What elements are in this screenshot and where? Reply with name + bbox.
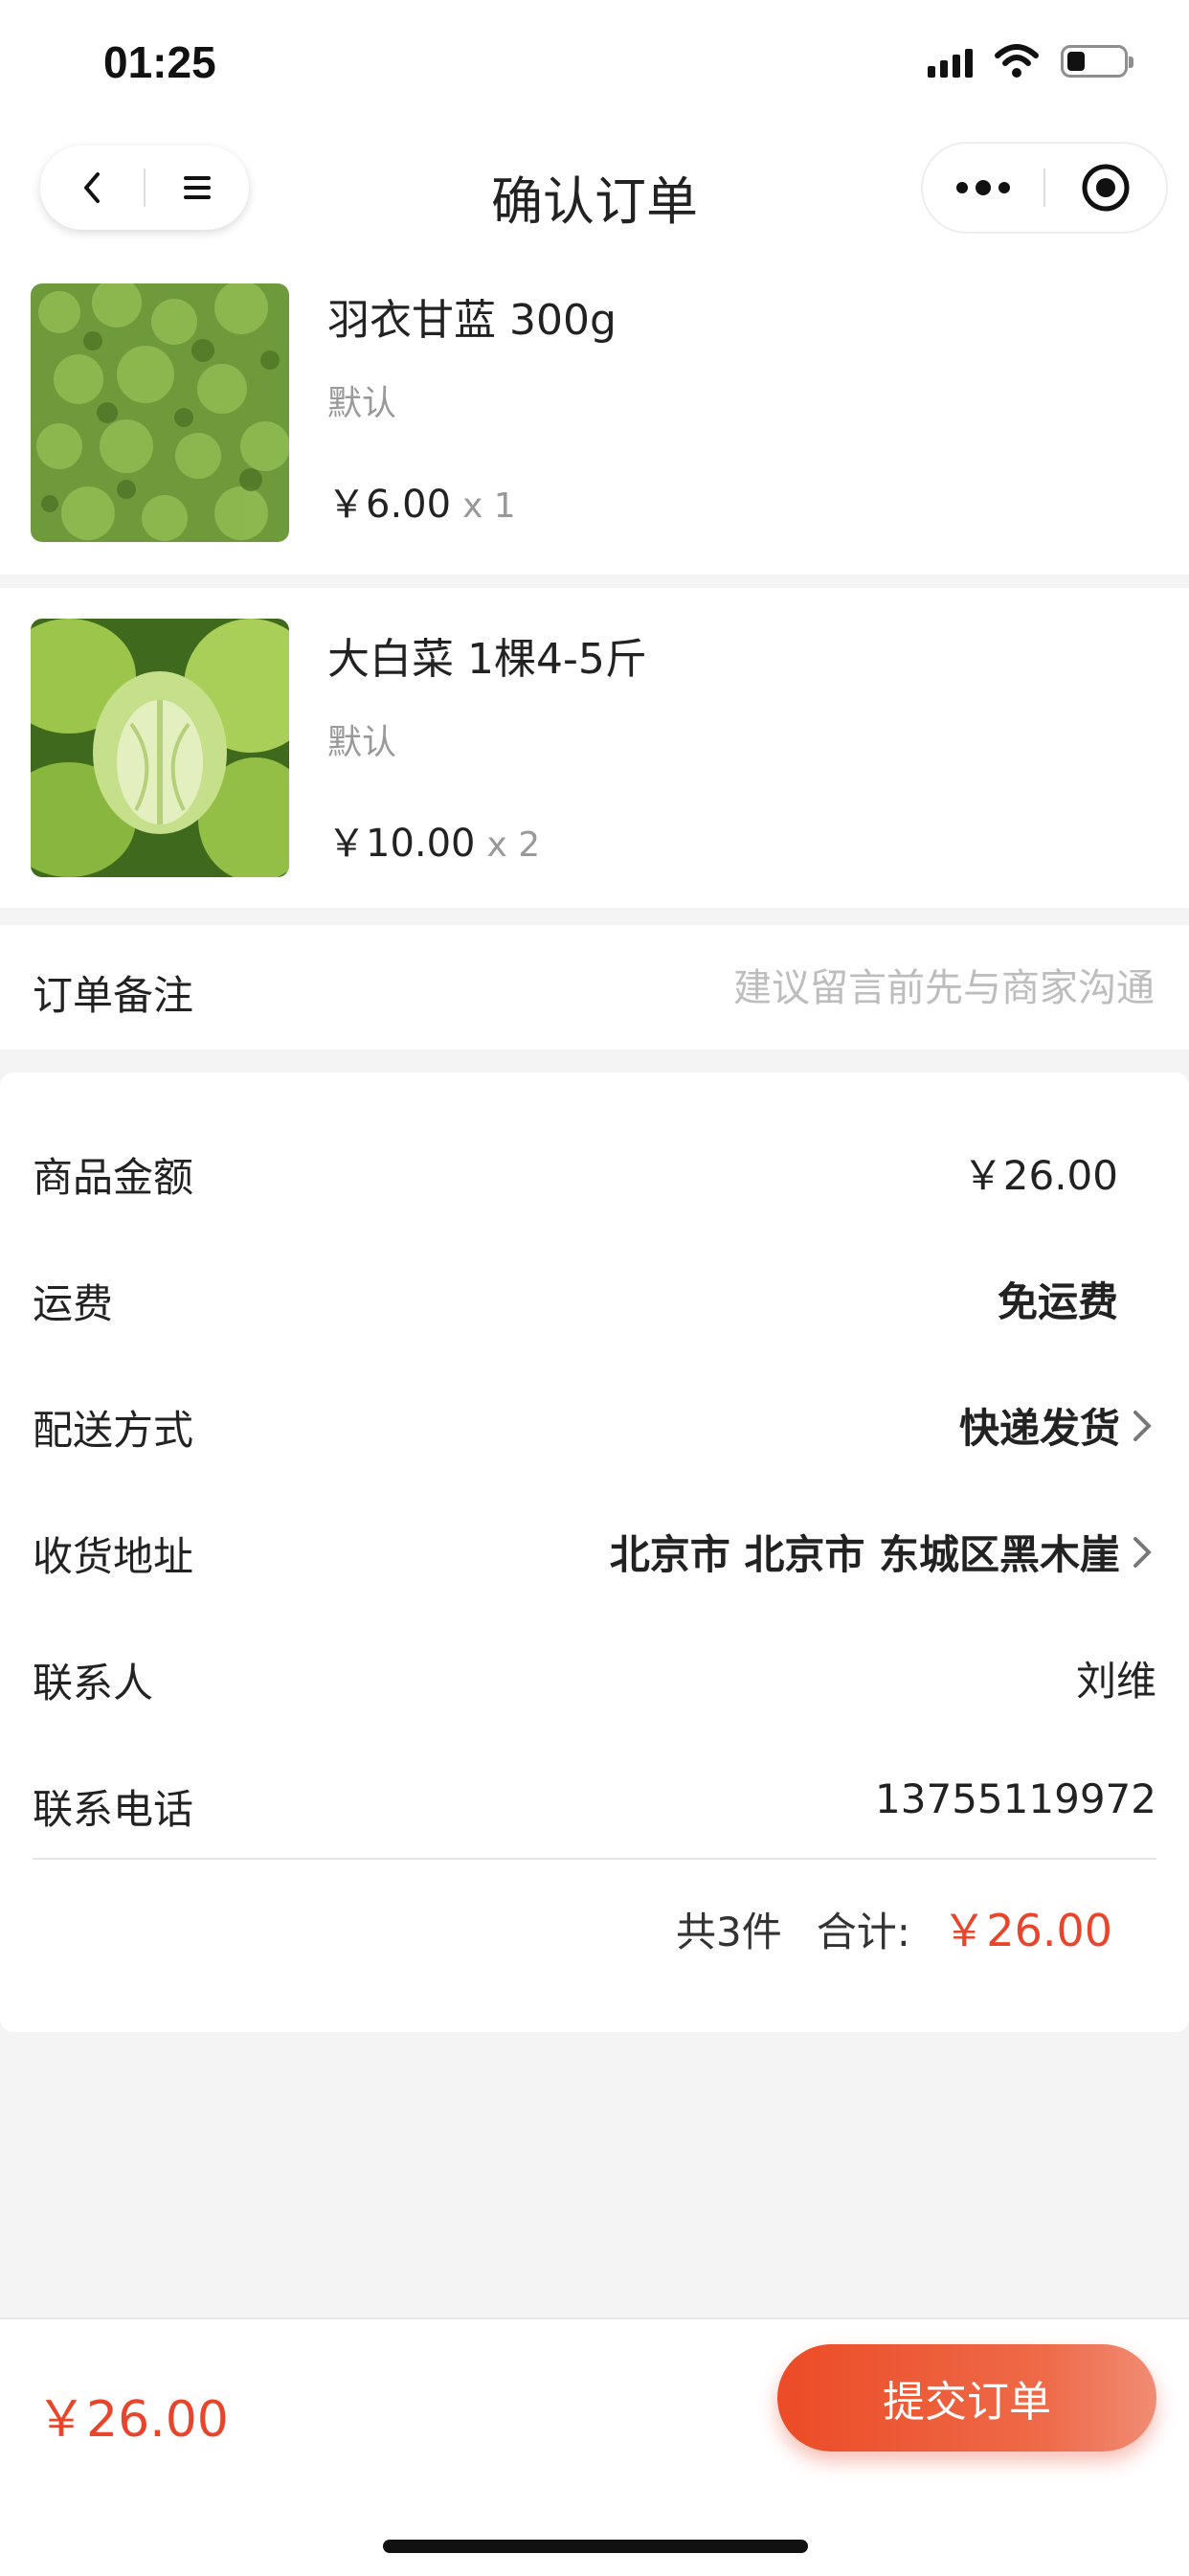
product-card[interactable]: 大白菜 1棵4-5斤 默认 ￥10.00 x 2: [0, 588, 1189, 908]
shipping-row: 运费 免运费: [33, 1258, 1156, 1335]
total-value: ￥26.00: [942, 1905, 1112, 1956]
delivery-method-value: 快递发货: [958, 1405, 1120, 1452]
order-summary-card: 商品金额 ￥26.00 运费 免运费 配送方式 快递发货 收货地址 北京市 北京…: [0, 1073, 1189, 2032]
home-indicator: [383, 2540, 808, 2553]
wifi-icon: [995, 44, 1039, 78]
phone-row: 联系电话 13755119972: [33, 1764, 1156, 1841]
delivery-method-value-wrap: 快递发货: [959, 1396, 1156, 1455]
close-button[interactable]: [1045, 144, 1166, 232]
contact-row: 联系人 刘维: [33, 1638, 1156, 1714]
product-price: ￥10.00: [327, 822, 476, 866]
product-quantity: x 1: [462, 486, 516, 526]
delivery-method-label: 配送方式: [33, 1407, 194, 1454]
product-spec: 默认: [327, 723, 397, 762]
shipping-label: 运费: [33, 1280, 114, 1327]
product-name: 羽衣甘蓝 300g: [327, 296, 617, 345]
totals-line: 共3件 合计: ￥26.00: [676, 1896, 1112, 1959]
status-icons: [928, 42, 1133, 80]
napa-cabbage-photo: [31, 619, 289, 877]
product-card[interactable]: 羽衣甘蓝 300g 默认 ￥6.00 x 1: [0, 268, 1189, 575]
product-price-line: ￥10.00 x 2: [327, 812, 540, 868]
goods-amount-label: 商品金额: [33, 1154, 194, 1201]
battery-icon: [1061, 45, 1133, 78]
contact-label: 联系人: [33, 1660, 154, 1706]
goods-amount-value: ￥26.00: [962, 1152, 1118, 1199]
product-spec: 默认: [327, 384, 397, 423]
address-value: 北京市 北京市 东城区黑木崖: [609, 1531, 1120, 1578]
status-bar: 01:25: [0, 0, 1189, 130]
phone-value: 13755119972: [875, 1775, 1156, 1822]
submit-order-button[interactable]: 提交订单: [777, 2344, 1156, 2452]
more-icon: [956, 180, 1010, 195]
more-button[interactable]: [923, 144, 1043, 232]
bottom-bar: ￥26.00 提交订单: [0, 2317, 1189, 2576]
product-price-line: ￥6.00 x 1: [327, 473, 516, 529]
signal-icon: [928, 45, 973, 78]
summary-divider: [33, 1858, 1156, 1860]
nav-capsule-right: [921, 142, 1168, 234]
bottom-total-price: ￥26.00: [36, 2391, 229, 2449]
status-time: 01:25: [103, 37, 216, 87]
address-row[interactable]: 收货地址 北京市 北京市 东城区黑木崖: [33, 1511, 1156, 1588]
chevron-right-icon: [1133, 1410, 1152, 1441]
product-quantity: x 2: [486, 825, 541, 865]
chevron-right-icon: [1133, 1536, 1152, 1568]
address-value-wrap: 北京市 北京市 东城区黑木崖: [610, 1523, 1156, 1581]
contact-value: 刘维: [1075, 1658, 1156, 1705]
total-group: 合计: ￥26.00: [817, 1896, 1112, 1959]
remark-label: 订单备注: [33, 972, 194, 1019]
shipping-value: 免运费: [997, 1278, 1118, 1325]
nav-bar: 确认订单: [0, 130, 1189, 283]
delivery-method-row[interactable]: 配送方式 快递发货: [33, 1385, 1156, 1461]
goods-amount-row: 商品金额 ￥26.00: [33, 1132, 1156, 1209]
remark-input[interactable]: [578, 954, 1156, 1023]
kale-photo: [31, 283, 289, 542]
item-count: 共3件: [676, 1909, 782, 1955]
product-name: 大白菜 1棵4-5斤: [327, 635, 647, 684]
close-target-icon: [1082, 164, 1130, 212]
address-label: 收货地址: [33, 1533, 194, 1580]
phone-label: 联系电话: [33, 1786, 194, 1833]
order-remark-row: 订单备注: [0, 925, 1189, 1050]
product-price: ￥6.00: [327, 483, 452, 527]
total-label: 合计:: [816, 1909, 910, 1955]
